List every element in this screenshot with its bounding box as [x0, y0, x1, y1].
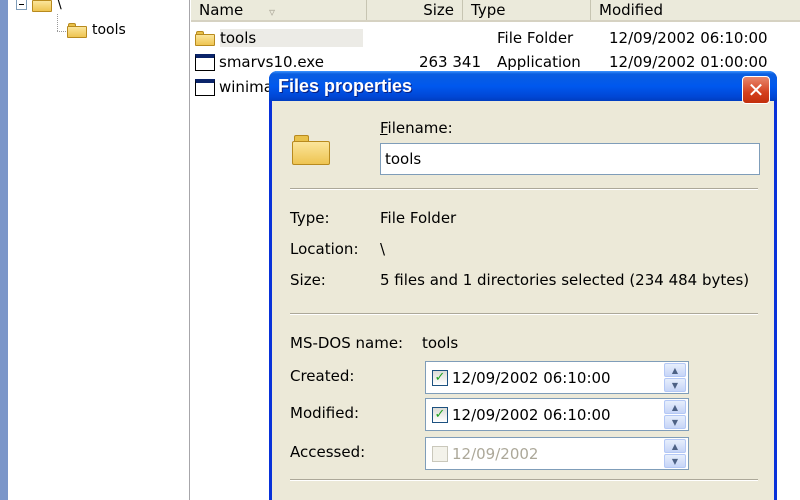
close-icon: ✕: [747, 78, 765, 102]
column-header-size[interactable]: Size: [367, 0, 463, 20]
list-item-type: Application: [497, 53, 581, 71]
msdos-name-label: MS-DOS name:: [290, 334, 404, 352]
folder-icon: [67, 22, 87, 38]
filename-label: Filename:: [380, 119, 453, 137]
tree-node-root-label[interactable]: \: [57, 0, 62, 12]
size-label: Size:: [290, 271, 326, 289]
spin-up-icon[interactable]: ▲: [664, 439, 686, 453]
files-properties-dialog: Files properties ✕ Filename: Type: File …: [269, 71, 777, 500]
tree-node-tools[interactable]: tools: [67, 19, 126, 41]
location-value: \: [380, 240, 386, 258]
created-date-picker[interactable]: ✓ 12/09/2002 06:10:00 ▲ ▼: [425, 361, 689, 394]
size-value: 5 files and 1 directories selected (234 …: [380, 271, 750, 289]
accessed-date-value[interactable]: 12/09/2002: [452, 445, 664, 463]
created-label: Created:: [290, 367, 355, 385]
spin-up-icon[interactable]: ▲: [664, 400, 686, 414]
modified-date-value[interactable]: 12/09/2002 06:10:00: [452, 406, 664, 424]
list-item-size: 263 341: [418, 53, 481, 71]
folder-icon: [195, 30, 215, 46]
accessed-label: Accessed:: [290, 443, 366, 461]
list-header: Name ▿ Size Type Modified: [191, 0, 800, 22]
tree-node-root[interactable]: \: [16, 0, 62, 15]
list-item-name: tools: [220, 29, 363, 47]
spin-down-icon[interactable]: ▼: [664, 378, 686, 392]
sort-indicator-icon: ▿: [269, 5, 276, 19]
modified-label: Modified:: [290, 404, 360, 422]
folder-tree-pane[interactable]: \ tools: [0, 0, 190, 500]
accessed-checkbox[interactable]: [432, 445, 448, 462]
msdos-name-value: tools: [422, 334, 459, 352]
modified-checkbox[interactable]: ✓: [432, 406, 448, 423]
column-header-modified[interactable]: Modified: [591, 0, 800, 20]
spin-down-icon[interactable]: ▼: [664, 415, 686, 429]
column-header-type[interactable]: Type: [463, 0, 591, 20]
list-item-name: smarvs10.exe: [219, 53, 324, 71]
modified-spinner[interactable]: ▲ ▼: [664, 400, 686, 429]
column-header-name[interactable]: Name ▿: [191, 0, 367, 20]
folder-icon: [32, 0, 52, 12]
close-button[interactable]: ✕: [742, 76, 770, 104]
tree-connector: [57, 14, 58, 31]
list-item-modified: 12/09/2002 06:10:00: [609, 29, 768, 47]
list-item-modified: 12/09/2002 01:00:00: [609, 53, 768, 71]
created-spinner[interactable]: ▲ ▼: [664, 363, 686, 392]
created-date-value[interactable]: 12/09/2002 06:10:00: [452, 369, 664, 387]
accessed-spinner[interactable]: ▲ ▼: [664, 439, 686, 468]
modified-date-picker[interactable]: ✓ 12/09/2002 06:10:00 ▲ ▼: [425, 398, 689, 431]
column-header-name-label: Name: [199, 1, 244, 19]
spin-down-icon[interactable]: ▼: [664, 454, 686, 468]
dialog-title-bar[interactable]: Files properties ✕: [269, 71, 777, 104]
list-item[interactable]: tools File Folder 12/09/2002 06:10:00: [195, 26, 795, 50]
collapse-icon[interactable]: [16, 0, 27, 10]
accessed-date-picker[interactable]: 12/09/2002 ▲ ▼: [425, 437, 689, 470]
filename-input[interactable]: [380, 143, 760, 175]
column-header-type-label: Type: [471, 1, 506, 19]
type-label: Type:: [290, 209, 330, 227]
type-value: File Folder: [380, 209, 457, 227]
created-checkbox[interactable]: ✓: [432, 369, 448, 386]
dialog-title: Files properties: [278, 75, 413, 96]
separator: [290, 479, 758, 481]
location-label: Location:: [290, 240, 359, 258]
column-header-modified-label: Modified: [599, 1, 664, 19]
list-item-type: File Folder: [497, 29, 574, 47]
separator: [290, 313, 758, 315]
separator: [290, 188, 758, 190]
application-icon: [195, 78, 215, 96]
folder-icon: [292, 133, 330, 165]
application-icon: [195, 53, 215, 71]
tree-node-tools-label[interactable]: tools: [92, 22, 126, 38]
spin-up-icon[interactable]: ▲: [664, 363, 686, 377]
column-header-size-label: Size: [423, 1, 454, 19]
